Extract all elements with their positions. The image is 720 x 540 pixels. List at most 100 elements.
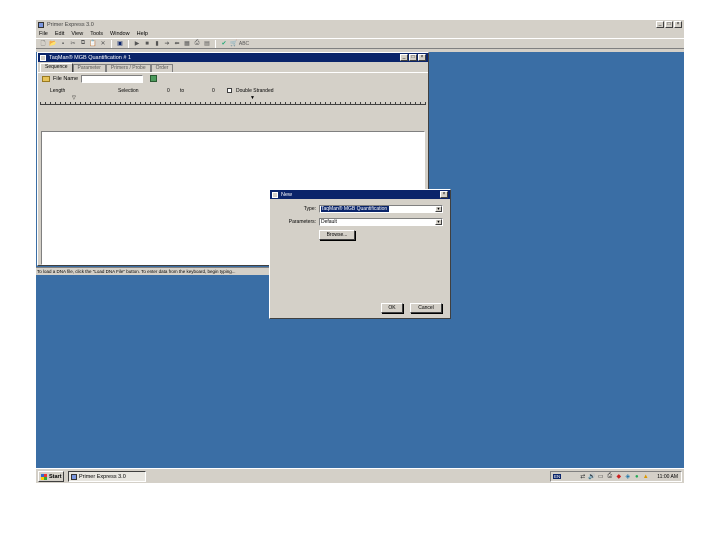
dialog-titlebar[interactable]: New × [270, 190, 450, 199]
file-name-input[interactable] [81, 74, 144, 83]
doc-maximize-button[interactable]: □ [409, 54, 417, 61]
menu-file[interactable]: File [39, 31, 48, 37]
start-label: Start [49, 473, 62, 480]
security-icon[interactable]: ● [633, 473, 640, 480]
maximize-button[interactable]: □ [665, 21, 673, 28]
menu-window[interactable]: Window [110, 31, 130, 37]
preview-icon[interactable]: ▤ [203, 40, 211, 48]
tab-sequence[interactable]: Sequence [40, 63, 73, 72]
dialog-icon [272, 191, 278, 198]
selection-start-marker[interactable]: ▽ [72, 95, 76, 101]
app-title: Primer Express 3.0 [47, 21, 94, 28]
tab-primers-probe[interactable]: Primers / Probe [105, 64, 151, 72]
system-tray: EN ⇄ 🔊 ▭ ⎙ ◆ ◈ ● ▲ 11:00 AM [550, 471, 682, 482]
parameters-select[interactable]: Default ▼ [319, 218, 443, 226]
shield-icon[interactable]: ◈ [624, 473, 631, 480]
clock[interactable]: 11:00 AM [657, 474, 681, 480]
tab-order[interactable]: Order [150, 64, 174, 72]
taskbar-app-label: Primer Express 3.0 [79, 473, 126, 480]
selection-to: 0 [212, 88, 215, 94]
menubar: File Edit View Tools Window Help [36, 29, 684, 38]
ok-button[interactable]: OK [381, 303, 403, 313]
back-icon[interactable]: ⬅ [173, 40, 181, 48]
taskbar-app-button[interactable]: Primer Express 3.0 [68, 471, 146, 482]
update-icon[interactable]: ▲ [642, 473, 649, 480]
file-name-label: File Name [53, 75, 79, 82]
type-select[interactable]: TaqMan® MGB Quantification ▼ [319, 205, 443, 213]
toolbar-separator [111, 39, 112, 48]
chevron-down-icon[interactable]: ▼ [435, 219, 442, 225]
type-label: Type: [303, 206, 316, 212]
document-title: TaqMan® MGB Quantification # 1 [49, 54, 132, 61]
double-stranded-checkbox[interactable] [227, 88, 232, 93]
pause-icon[interactable]: ▮ [153, 40, 161, 48]
load-file-icon[interactable] [150, 75, 158, 82]
printer-icon[interactable]: ⎙ [606, 473, 613, 480]
app-titlebar[interactable]: Primer Express 3.0 _ □ × [36, 20, 684, 29]
parameters-value: Default [321, 219, 337, 225]
menu-help[interactable]: Help [137, 31, 148, 37]
delete-icon[interactable]: ✕ [99, 40, 107, 48]
menu-tools[interactable]: Tools [90, 31, 103, 37]
browse-button[interactable]: Browse... [319, 230, 355, 240]
length-label: Length [50, 88, 66, 94]
language-indicator[interactable]: EN [553, 474, 562, 479]
selection-end-marker[interactable]: ▼ [250, 95, 255, 101]
type-row: Type: TaqMan® MGB Quantification ▼ [274, 205, 444, 213]
network-icon[interactable]: ⇄ [579, 473, 586, 480]
folder-icon[interactable] [42, 75, 50, 82]
close-button[interactable]: × [674, 21, 682, 28]
stop-icon[interactable]: ■ [143, 40, 151, 48]
antivirus-icon[interactable]: ◆ [615, 473, 622, 480]
taskbar: Start Primer Express 3.0 EN ⇄ 🔊 ▭ ⎙ ◆ ◈ … [36, 468, 684, 483]
doc-close-button[interactable]: × [418, 54, 426, 61]
doc-minimize-button[interactable]: _ [400, 54, 408, 61]
cancel-button[interactable]: Cancel [410, 303, 442, 313]
sequence-info-row: Length Selection 0 to 0 Double Stranded [38, 84, 428, 98]
selection-from: 0 [167, 88, 170, 94]
desktop: Primer Express 3.0 _ □ × File Edit View … [36, 20, 684, 483]
open-icon[interactable]: 📂 [49, 40, 57, 48]
minimize-button[interactable]: _ [656, 21, 664, 28]
parameters-label: Parameters: [288, 219, 316, 225]
type-value: TaqMan® MGB Quantification [321, 206, 390, 212]
tab-strip: Sequence Parameter Primers / Probe Order [38, 63, 428, 72]
print-icon[interactable]: ⎙ [193, 40, 201, 48]
start-button[interactable]: Start [38, 471, 64, 482]
chevron-down-icon[interactable]: ▼ [435, 206, 442, 212]
status-text: To load a DNA file, click the "Load DNA … [37, 269, 236, 274]
file-row: File Name [38, 72, 428, 84]
abc-icon[interactable]: ABC [239, 40, 249, 48]
windows-logo-icon [41, 473, 47, 480]
toolbar-separator [128, 39, 129, 48]
app-icon [38, 21, 44, 28]
tab-parameter[interactable]: Parameter [72, 64, 106, 72]
blue-window-icon[interactable]: ▣ [116, 40, 124, 48]
selection-label: Selection [118, 88, 139, 94]
app-icon [71, 473, 77, 480]
play-icon[interactable]: ▶ [133, 40, 141, 48]
dialog-close-button[interactable]: × [440, 191, 448, 198]
double-stranded-label: Double Stranded [236, 88, 274, 94]
menu-view[interactable]: View [71, 31, 83, 37]
cart-icon[interactable]: 🛒 [230, 40, 238, 48]
paste-icon[interactable]: 📋 [89, 40, 97, 48]
parameters-row: Parameters: Default ▼ [274, 218, 444, 226]
copy-icon[interactable]: ⧉ [79, 40, 87, 48]
sequence-ruler[interactable]: ▽ ▼ [40, 95, 426, 105]
toolbar: 🗋 📂 ▪ ✂ ⧉ 📋 ✕ ▣ ▶ ■ ▮ ➔ ⬅ ▦ ⎙ ▤ ✔ 🛒 ABC [36, 38, 684, 49]
app-window: Primer Express 3.0 _ □ × File Edit View … [36, 20, 684, 52]
save-icon[interactable]: ▪ [59, 40, 67, 48]
monitor-icon[interactable]: ▭ [597, 473, 604, 480]
checkmark-icon[interactable]: ✔ [220, 40, 228, 48]
toolbar-separator [215, 39, 216, 48]
menu-edit[interactable]: Edit [55, 31, 64, 37]
to-label: to [180, 88, 185, 94]
new-dialog: New × Type: TaqMan® MGB Quantification ▼… [269, 189, 451, 319]
document-titlebar[interactable]: TaqMan® MGB Quantification # 1 _ □ × [38, 53, 428, 62]
forward-icon[interactable]: ➔ [163, 40, 171, 48]
new-icon[interactable]: 🗋 [39, 40, 47, 48]
speaker-icon[interactable]: 🔊 [588, 473, 595, 480]
cut-icon[interactable]: ✂ [69, 40, 77, 48]
grid-icon[interactable]: ▦ [183, 40, 191, 48]
